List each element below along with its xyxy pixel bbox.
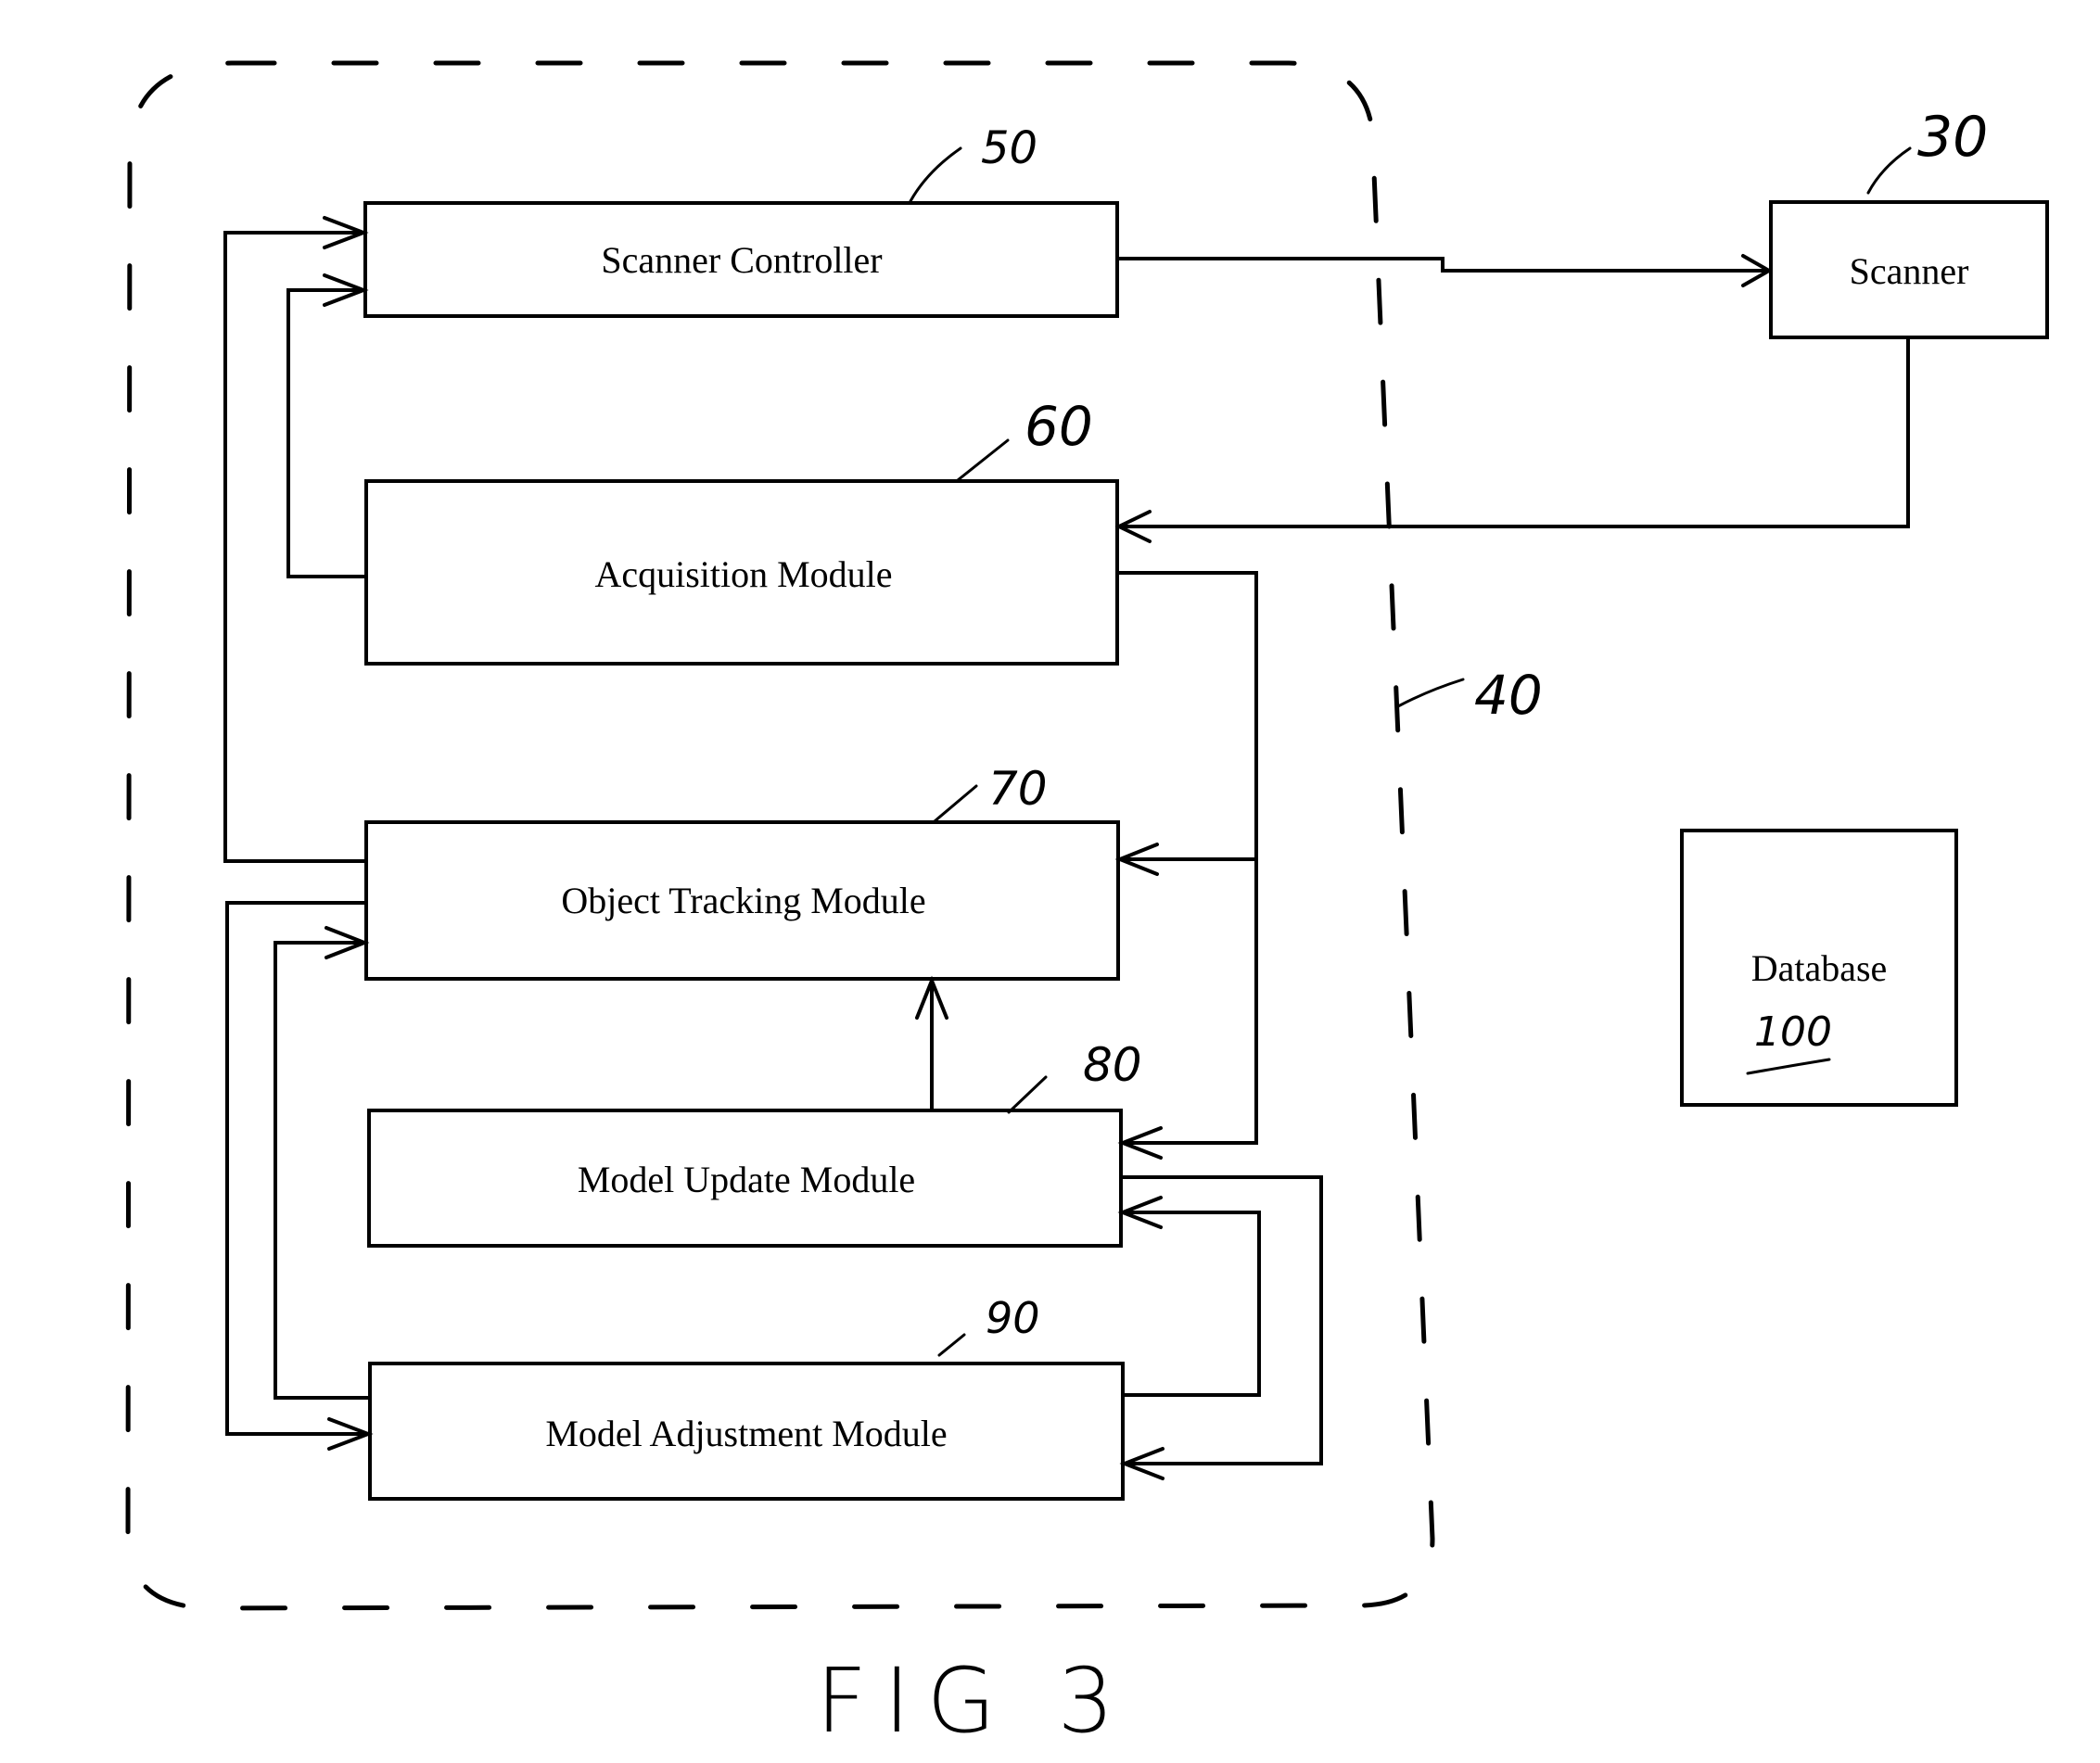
wire-scanner-to-acquisition bbox=[1119, 337, 1910, 528]
scanner-controller-ref-leader bbox=[909, 146, 962, 203]
scanner-label: Scanner bbox=[1850, 250, 1969, 292]
object-tracking-module-ref: 70 bbox=[988, 762, 1048, 816]
wire-tracking-to-adjustment bbox=[225, 901, 368, 1436]
database-box[interactable]: Database 100 bbox=[1680, 829, 1958, 1107]
wire-update-to-adjustment bbox=[1121, 1175, 1323, 1465]
scanner-controller-label: Scanner Controller bbox=[601, 239, 882, 281]
model-update-module-box[interactable]: Model Update Module bbox=[367, 1109, 1123, 1248]
model-update-module-label: Model Update Module bbox=[578, 1159, 915, 1200]
acquisition-module-ref-leader bbox=[956, 438, 1010, 482]
acquisition-module-label: Acquisition Module bbox=[594, 553, 892, 595]
wire-adjustment-to-update bbox=[1123, 1211, 1261, 1397]
figure-caption: FIG 3 bbox=[816, 1649, 1131, 1753]
model-update-module-ref-leader bbox=[1007, 1075, 1048, 1114]
model-adjustment-module-ref-leader bbox=[937, 1333, 966, 1357]
scanner-controller-box[interactable]: Scanner Controller bbox=[363, 201, 1119, 318]
system-ref-leader bbox=[1396, 678, 1465, 708]
acquisition-module-ref: 60 bbox=[1025, 395, 1093, 458]
acquisition-module-box[interactable]: Acquisition Module bbox=[364, 479, 1119, 666]
system-ref: 40 bbox=[1474, 664, 1543, 727]
object-tracking-module-label: Object Tracking Module bbox=[561, 880, 925, 921]
object-tracking-module-ref-leader bbox=[933, 784, 978, 823]
block-diagram: 40 Scanner Controller 50 Acquisition Mod… bbox=[125, 60, 2049, 1753]
wire-adjustment-to-tracking bbox=[274, 941, 370, 1400]
wire-controller-to-scanner bbox=[1117, 257, 1769, 273]
scanner-controller-ref: 50 bbox=[981, 122, 1037, 174]
model-update-module-ref: 80 bbox=[1083, 1038, 1142, 1092]
scanner-box[interactable]: Scanner bbox=[1769, 200, 2049, 339]
wire-tracking-to-controller bbox=[223, 231, 366, 863]
model-adjustment-module-label: Model Adjustment Module bbox=[545, 1413, 947, 1454]
model-adjustment-module-ref: 90 bbox=[986, 1293, 1040, 1343]
model-adjustment-module-box[interactable]: Model Adjustment Module bbox=[368, 1362, 1125, 1501]
database-ref: 100 bbox=[1754, 1008, 1832, 1056]
scanner-ref: 30 bbox=[1917, 105, 1988, 170]
scanner-ref-leader bbox=[1866, 146, 1912, 195]
wire-acquisition-to-controller bbox=[286, 288, 366, 578]
object-tracking-module-box[interactable]: Object Tracking Module bbox=[364, 820, 1120, 981]
database-label: Database bbox=[1751, 947, 1888, 989]
